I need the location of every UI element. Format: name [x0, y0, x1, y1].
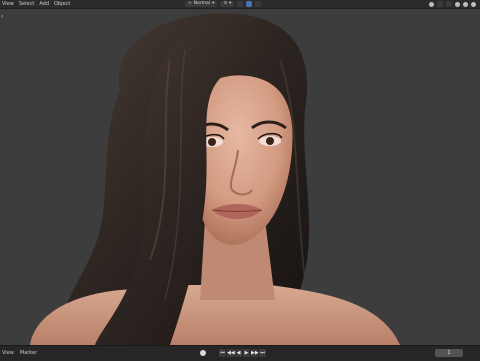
viewport-shading-tools [429, 0, 476, 8]
menu-add[interactable]: Add [39, 0, 49, 8]
snap-toggle[interactable] [237, 1, 244, 7]
playback-controls: ⏮ ◀◀ ◀ ▶ ▶▶ ⏭ [219, 349, 266, 357]
record-icon[interactable] [200, 350, 206, 356]
visibility-icon[interactable] [429, 1, 434, 7]
timeline-menu-marker[interactable]: Marker [20, 349, 37, 357]
menu-select[interactable]: Select [19, 0, 34, 8]
render-canvas [30, 13, 400, 345]
menu-view[interactable]: View [2, 0, 14, 8]
orientation-icon: ⊹ [188, 1, 192, 6]
wireframe-shading-icon[interactable] [455, 1, 460, 7]
jump-start-button[interactable]: ⏮ [219, 349, 226, 357]
viewport-menu: View Select Add Object [2, 0, 70, 8]
play-button[interactable]: ▶ [243, 349, 250, 357]
pivot-icon: ⊙ [223, 1, 228, 6]
overlay-toggle[interactable] [446, 1, 452, 7]
orientation-dropdown[interactable]: ⊹ Normal ▾ [185, 1, 218, 7]
snap-active-button[interactable] [246, 1, 253, 7]
next-keyframe-button[interactable]: ▶▶ [251, 349, 259, 357]
proportional-edit-toggle[interactable] [255, 1, 262, 7]
play-reverse-button[interactable]: ◀ [235, 349, 242, 357]
current-frame-field[interactable]: 1 [435, 349, 463, 357]
orientation-label: Normal [193, 1, 211, 6]
solid-shading-icon[interactable] [463, 1, 468, 7]
menu-object[interactable]: Object [54, 0, 70, 8]
3d-viewport-header: View Select Add Object ⊹ Normal ▾ ⊙ ▾ [0, 0, 480, 9]
prev-keyframe-button[interactable]: ◀◀ [227, 349, 235, 357]
timeline-menu-view[interactable]: View [2, 349, 14, 357]
pivot-dropdown[interactable]: ⊙ ▾ [220, 1, 235, 7]
chevron-down-icon: ▾ [212, 1, 215, 6]
chevron-down-icon: ▾ [229, 1, 232, 6]
gizmo-toggle[interactable] [437, 1, 443, 7]
3d-viewport[interactable] [0, 9, 480, 345]
rendered-shading-icon[interactable] [471, 1, 476, 7]
transform-tools: ⊹ Normal ▾ ⊙ ▾ [185, 0, 262, 8]
timeline-menu: View Marker [2, 349, 37, 357]
jump-end-button[interactable]: ⏭ [259, 349, 266, 357]
timeline-bar: View Marker ⏮ ◀◀ ◀ ▶ ▶▶ ⏭ 1 [0, 345, 480, 361]
